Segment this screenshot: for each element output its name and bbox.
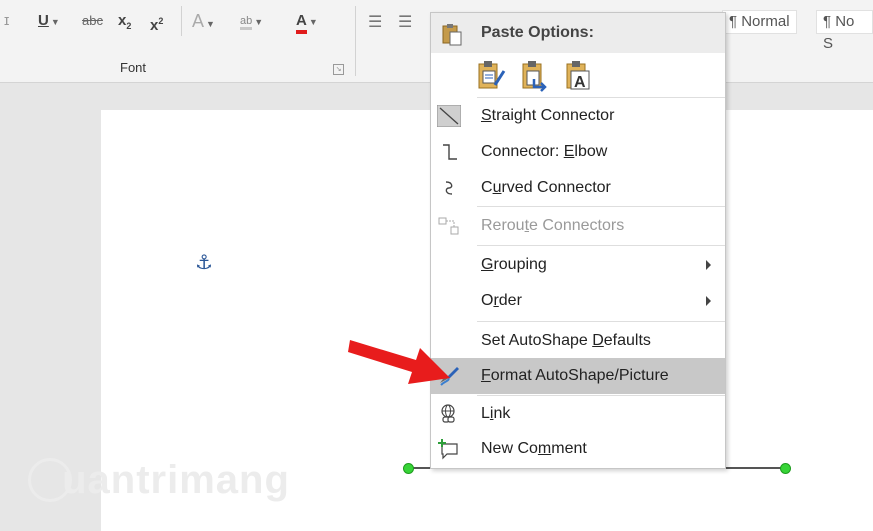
menu-item-label: Set AutoShape Defaults [481, 332, 651, 349]
straight-connector-icon [437, 105, 461, 127]
italic-button-partial[interactable]: ɪ [4, 8, 9, 34]
style-no-spacing[interactable]: ¶ No S [816, 10, 873, 52]
chevron-down-icon[interactable]: ▼ [206, 19, 215, 29]
highlight-button[interactable]: ab ▼ [240, 8, 263, 34]
dialog-launcher-icon[interactable]: ↘ [333, 64, 344, 75]
curved-connector-icon [445, 181, 453, 195]
svg-text:A: A [574, 74, 586, 91]
font-group-label: Font [120, 60, 147, 75]
context-menu: Paste Options: A Straight Connector Conn… [430, 12, 726, 469]
menu-item-set-autoshape-defaults[interactable]: Set AutoShape Defaults [431, 323, 725, 359]
align-center-icon[interactable]: ☰ [398, 10, 412, 36]
menu-item-format-autoshape-picture[interactable]: Format AutoShape/Picture [431, 358, 725, 394]
menu-item-label: Format AutoShape/Picture [481, 367, 669, 384]
subscript-button[interactable]: x2 [118, 8, 131, 34]
align-left-icon[interactable]: ☰ [368, 10, 382, 36]
menu-item-reroute-connectors: Reroute Connectors [431, 208, 725, 244]
underline-label: U [38, 12, 49, 29]
menu-item-label: Link [481, 405, 511, 422]
menu-item-grouping[interactable]: Grouping [431, 247, 725, 283]
elbow-connector-icon [443, 144, 457, 160]
connector-start-handle[interactable] [403, 463, 414, 474]
ribbon-group-divider [355, 6, 356, 76]
chevron-down-icon[interactable]: ▼ [309, 17, 318, 27]
reroute-connectors-icon [438, 217, 459, 235]
menu-item-label: Straight Connector [481, 107, 615, 124]
menu-separator [477, 206, 725, 207]
font-color-button[interactable]: A ▼ [296, 8, 318, 34]
new-comment-icon [438, 439, 458, 460]
anchor-icon: ⚓ [195, 252, 213, 274]
chevron-down-icon[interactable]: ▼ [51, 17, 60, 27]
menu-item-label: Order [481, 292, 522, 309]
superscript-button[interactable]: x2 [150, 8, 163, 34]
strikethrough-button[interactable]: abc [82, 8, 103, 34]
paste-options-header: Paste Options: [431, 13, 725, 53]
chevron-down-icon[interactable]: ▼ [254, 17, 263, 27]
superscript-mark: 2 [158, 16, 164, 26]
underline-button[interactable]: U ▼ [38, 8, 60, 34]
menu-item-order[interactable]: Order [431, 283, 725, 319]
subscript-mark: 2 [126, 21, 132, 31]
menu-item-straight-connector[interactable]: Straight Connector [431, 98, 725, 134]
text-effects-icon: A [192, 11, 205, 31]
font-color-icon: A [296, 12, 307, 34]
paste-icon [442, 24, 462, 46]
submenu-arrow-icon [706, 296, 711, 306]
menu-item-connector-elbow[interactable]: Connector: Elbow [431, 134, 725, 170]
merge-formatting-icon[interactable] [520, 59, 550, 93]
menu-item-new-comment[interactable]: New Comment [431, 431, 725, 467]
menu-item-label: Connector: Elbow [481, 143, 608, 160]
menu-separator [477, 245, 725, 246]
highlighter-icon: ab [240, 15, 253, 30]
submenu-arrow-icon [706, 260, 711, 270]
keep-source-formatting-icon[interactable] [476, 59, 506, 93]
menu-item-curved-connector[interactable]: Curved Connector [431, 170, 725, 206]
text-effects-button[interactable]: A ▼ [192, 8, 215, 34]
menu-item-label: Reroute Connectors [481, 217, 625, 234]
menu-item-link[interactable]: Link [431, 396, 725, 432]
ribbon-divider [181, 6, 182, 36]
menu-item-label: Curved Connector [481, 179, 611, 196]
paste-options-label: Paste Options: [481, 24, 594, 41]
watermark-text: uantrimang [62, 458, 290, 502]
menu-separator [477, 321, 725, 322]
menu-item-label: Grouping [481, 256, 547, 273]
style-normal[interactable]: ¶ Normal [722, 10, 797, 34]
menu-item-label: New Comment [481, 440, 587, 457]
link-icon [441, 404, 455, 423]
keep-text-only-icon[interactable]: A [564, 59, 594, 93]
red-arrow-annotation [348, 340, 450, 384]
connector-end-handle[interactable] [780, 463, 791, 474]
watermark: Quantrimang [30, 458, 290, 503]
